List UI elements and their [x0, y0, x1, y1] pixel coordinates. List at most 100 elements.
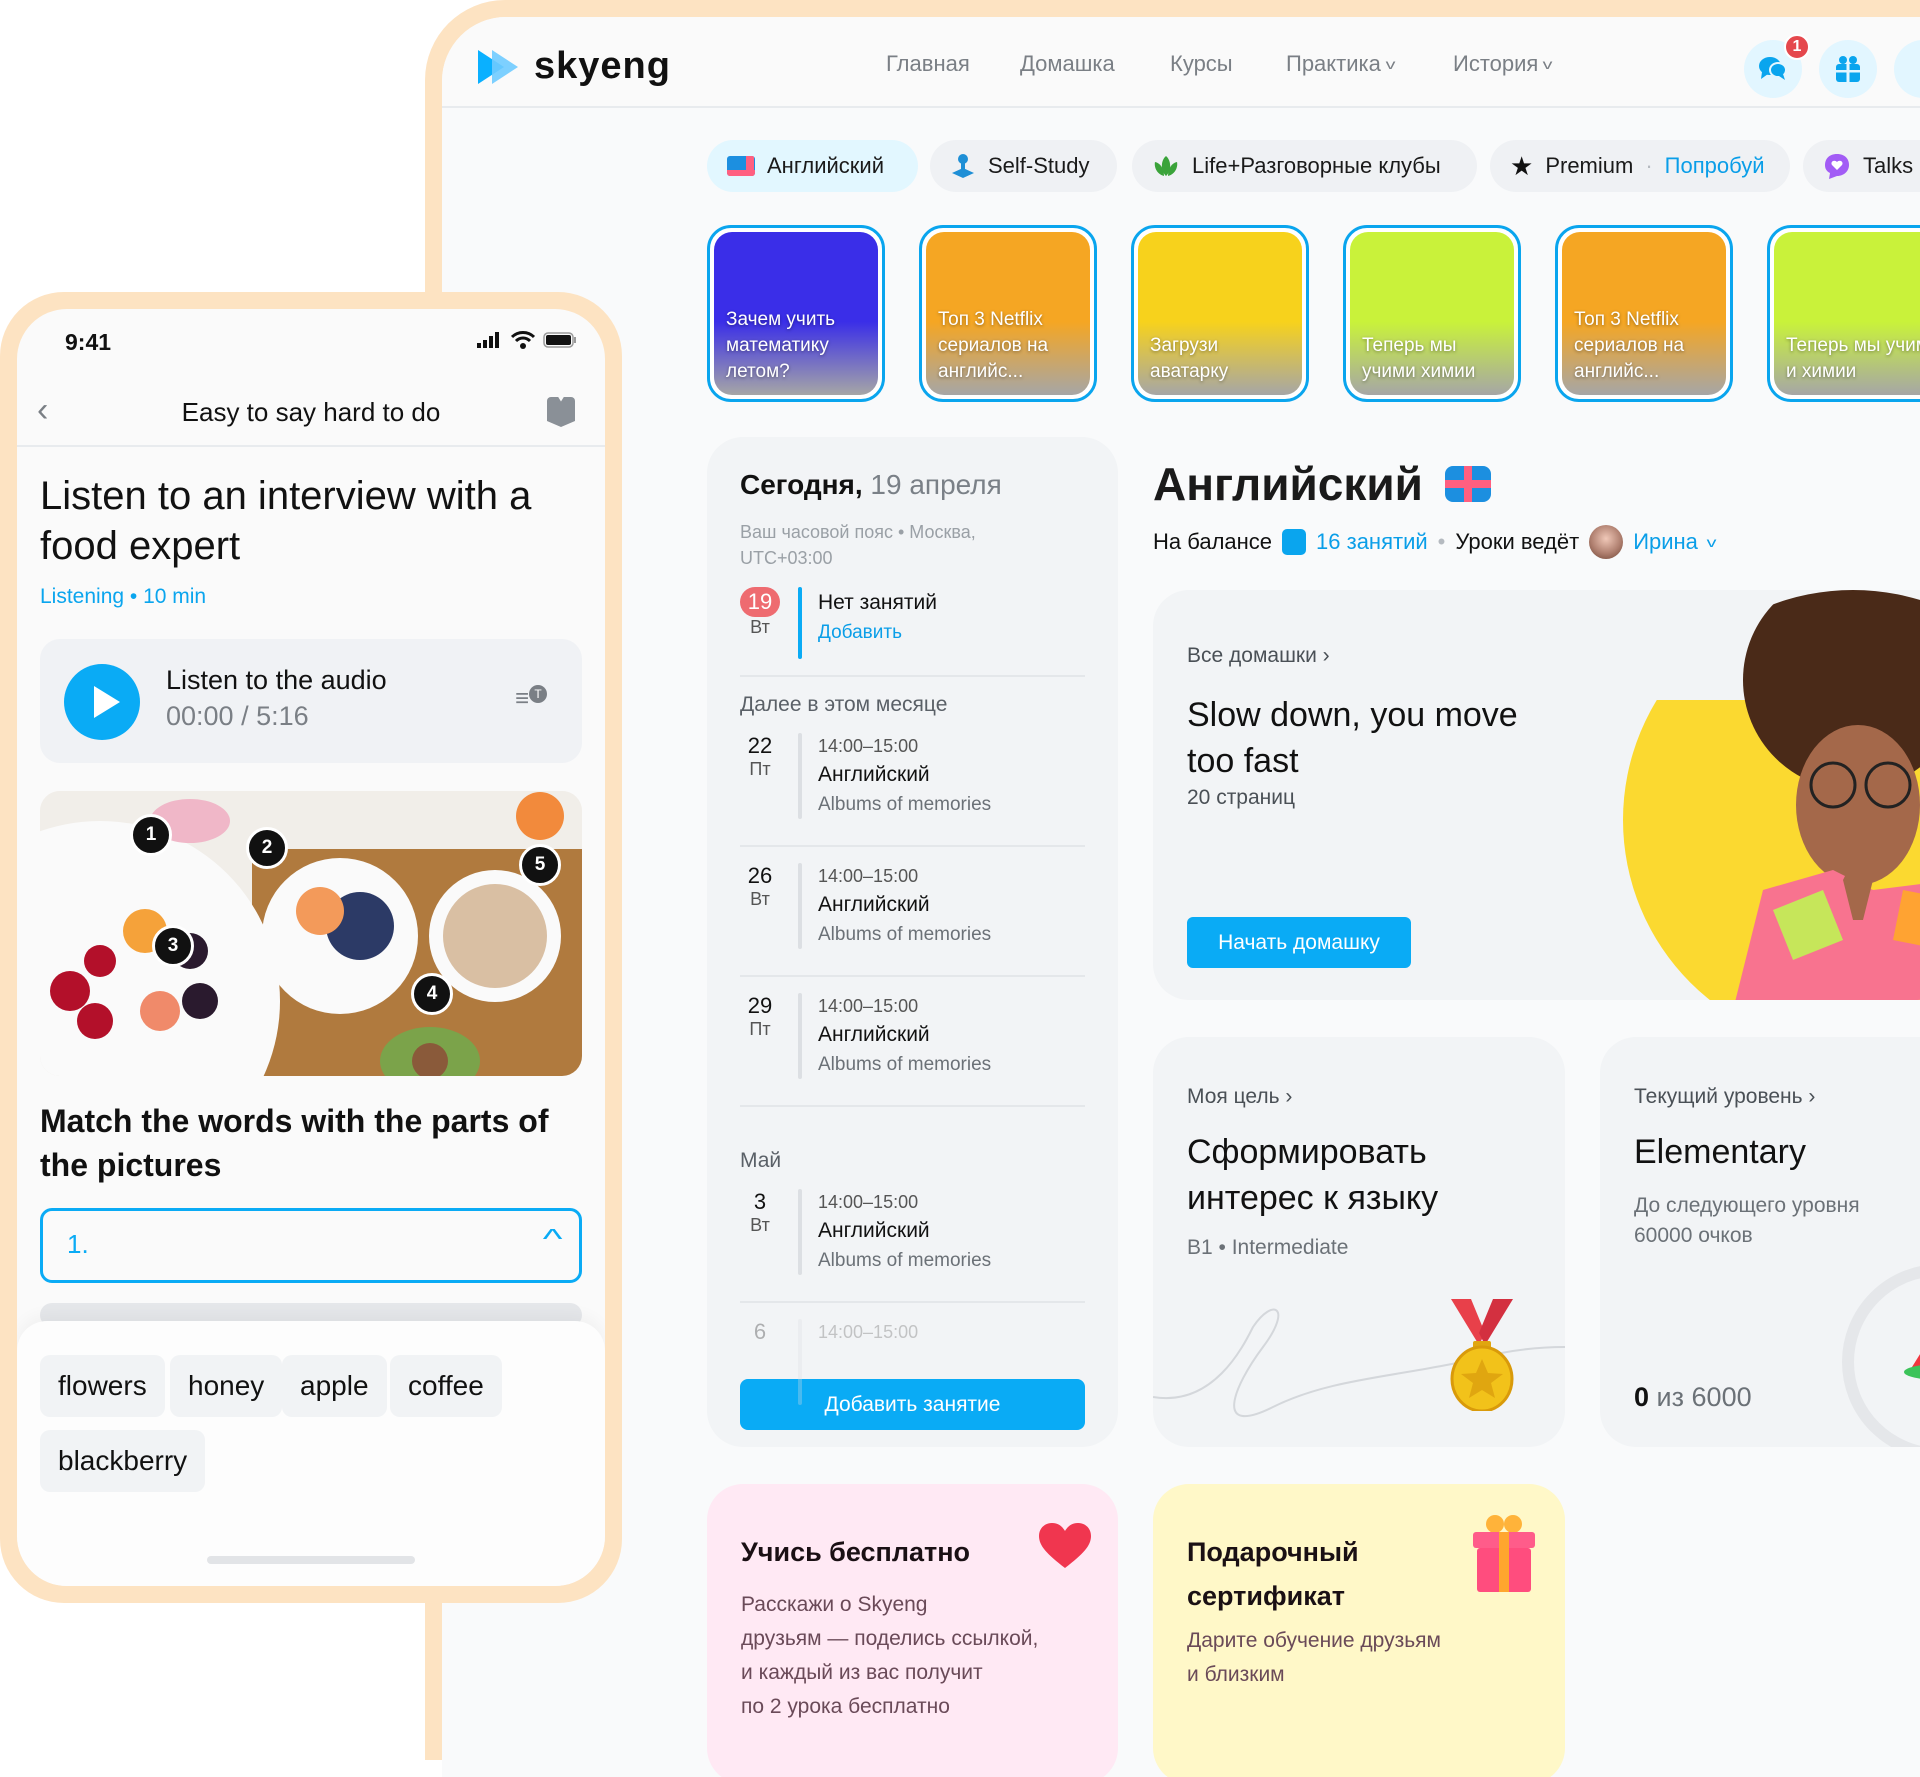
balance-value[interactable]: 16 занятий	[1316, 529, 1428, 555]
lesson-day: 29	[747, 993, 773, 1018]
learn-free-card[interactable]: Учись бесплатно Расскажи о Skyeng друзьям…	[707, 1484, 1118, 1777]
level-title: Elementary	[1634, 1133, 1806, 1171]
lesson-time: 14:00–15:00	[818, 996, 919, 1016]
profile-button[interactable]	[1894, 40, 1920, 98]
story-card[interactable]: Теперь мы учими химии	[1343, 225, 1521, 402]
homework-pages: 20 страниц	[1187, 786, 1296, 809]
bookmark-book-icon[interactable]	[547, 397, 575, 427]
chat-button[interactable]: 1	[1744, 34, 1810, 98]
homework-title: Slow down, you move too fast	[1187, 696, 1518, 780]
story-caption: Топ 3 Netflix сериалов на английс...	[938, 309, 1049, 382]
pill-talks[interactable]: Talks	[1803, 140, 1920, 192]
word-chip[interactable]: apple	[282, 1355, 387, 1417]
battery-icon	[543, 332, 576, 348]
status-icons	[477, 331, 577, 349]
word-chip[interactable]: coffee	[390, 1355, 502, 1417]
desktop-app: skyeng Главная Домашка Курсы Практика v И…	[442, 17, 1920, 1777]
nav-label: Практика	[1286, 51, 1381, 76]
story-card[interactable]: Зачем учить математику летом?	[707, 225, 885, 402]
pill-life-clubs[interactable]: Life+Разговорные клубы	[1132, 140, 1477, 192]
lesson-time: 14:00–15:00	[818, 866, 919, 886]
timezone-text: Ваш часовой пояс • Москва, UTC+03:00	[740, 522, 976, 568]
pill-english[interactable]: Английский	[707, 140, 918, 192]
today-day-badge: 19	[740, 587, 780, 617]
logo-text: skyeng	[534, 45, 671, 87]
story-card[interactable]: Теперь мы учим и химии	[1767, 225, 1920, 402]
nav-home[interactable]: Главная	[886, 51, 970, 77]
start-homework-button[interactable]: Начать домашку	[1187, 917, 1411, 968]
nav-label: Главная	[886, 51, 970, 76]
lesson-topic: Albums of memories	[818, 1250, 992, 1271]
logo[interactable]: skyeng	[478, 45, 671, 88]
section-may: Май	[740, 1149, 782, 1172]
word-chip[interactable]: blackberry	[40, 1430, 206, 1492]
pill-label: Self-Study	[988, 153, 1090, 178]
phone-screen: 9:41 ‹ Easy to say hard to do Listen to …	[17, 309, 605, 1586]
notification-badge: 1	[1784, 34, 1810, 60]
heart-icon	[1039, 1523, 1091, 1568]
answer-select[interactable]: 1. ^	[40, 1208, 582, 1283]
nav-label: История	[1453, 51, 1539, 76]
gift-certificate-card[interactable]: Подарочный сертификат Дарите обучение др…	[1153, 1484, 1565, 1777]
all-homework-link[interactable]: Все домашки ›	[1187, 644, 1330, 668]
premium-try-link[interactable]: Попробуй	[1665, 153, 1765, 179]
add-lesson-link[interactable]: Добавить	[818, 619, 937, 647]
lesson-row[interactable]: 22 Пт 14:00–15:00 Английский Albums of memor…	[740, 733, 1085, 833]
divider	[740, 1301, 1085, 1303]
talks-heart-icon	[1825, 154, 1849, 179]
student-photo	[1623, 590, 1920, 1000]
lesson-day: 3	[753, 1189, 767, 1214]
pill-premium[interactable]: ★ Premium · Попробуй	[1490, 140, 1790, 192]
uk-flag-icon	[727, 156, 755, 176]
marker-2[interactable]: 2	[246, 827, 288, 869]
marker-3[interactable]: 3	[152, 925, 194, 967]
learn-free-title: Учись бесплатно	[741, 1537, 971, 1567]
divider	[740, 975, 1085, 977]
lesson-row[interactable]: 29 Пт 14:00–15:00 Английский Albums of memor…	[740, 993, 1085, 1093]
play-button[interactable]	[64, 664, 140, 740]
lesson-time: 14:00–15:00	[818, 736, 919, 756]
story-card[interactable]: Топ 3 Netflix сериалов на английс...	[919, 225, 1097, 402]
transcript-icon[interactable]: ≡ T	[515, 685, 548, 713]
food-photo	[40, 791, 582, 1076]
pill-self-study[interactable]: Self-Study	[930, 140, 1117, 192]
lesson-topic: Albums of memories	[818, 1054, 992, 1075]
marker-1[interactable]: 1	[130, 814, 172, 856]
nav-courses[interactable]: Курсы	[1170, 51, 1233, 77]
promo-text-line: Расскажи о Skyeng	[741, 1593, 928, 1616]
marker-4[interactable]: 4	[411, 973, 453, 1015]
course-meta: На балансе 16 занятий • Уроки ведёт Ирин…	[1153, 525, 1716, 559]
nav-label: Домашка	[1020, 51, 1115, 76]
current-level-link[interactable]: Текущий уровень ›	[1634, 1085, 1815, 1109]
schedule-panel: Сегодня, 19 апреля Ваш часовой пояс • Мо…	[707, 437, 1118, 1447]
lesson-day: 26	[747, 863, 773, 888]
promo-text-line: Дарите обучение друзьям	[1187, 1629, 1441, 1652]
nav-history[interactable]: История v	[1453, 51, 1553, 77]
word-chip[interactable]: flowers	[40, 1355, 165, 1417]
course-title: Английский	[1153, 457, 1491, 511]
lesson-row[interactable]: 26 Вт 14:00–15:00 Английский Albums of memor…	[740, 863, 1085, 963]
gift-button[interactable]	[1819, 40, 1877, 98]
lesson-row[interactable]: 6 14:00–15:00	[740, 1319, 1085, 1419]
my-goal-link[interactable]: Моя цель ›	[1187, 1085, 1292, 1109]
uk-flag-icon	[1444, 466, 1491, 502]
word-chip[interactable]: honey	[170, 1355, 283, 1417]
today-row: 19 Вт Нет занятий Добавить	[740, 587, 1085, 673]
teacher-avatar	[1589, 525, 1624, 559]
lesson-dow: Пт	[749, 1019, 771, 1039]
day-of-week: Вт	[750, 617, 770, 637]
wallet-icon	[1282, 529, 1307, 555]
nav-practice[interactable]: Практика v	[1286, 51, 1395, 77]
story-card[interactable]: Топ 3 Netflix сериалов на английс...	[1555, 225, 1733, 402]
teacher-name-dropdown[interactable]: Ирина	[1633, 529, 1698, 555]
story-caption: Загрузи аватарку	[1150, 335, 1229, 382]
marker-5[interactable]: 5	[519, 844, 561, 886]
next-level-label: До следующего уровня	[1634, 1194, 1860, 1217]
audio-title: Listen to the audio	[166, 665, 387, 695]
signal-icon	[477, 332, 499, 348]
story-card[interactable]: Загрузи аватарку	[1131, 225, 1309, 402]
lesson-row[interactable]: 3 Вт 14:00–15:00 Английский Albums of memori…	[740, 1189, 1085, 1289]
nav-homework[interactable]: Домашка	[1020, 51, 1115, 77]
wifi-icon	[511, 331, 535, 349]
home-indicator	[207, 1556, 415, 1564]
